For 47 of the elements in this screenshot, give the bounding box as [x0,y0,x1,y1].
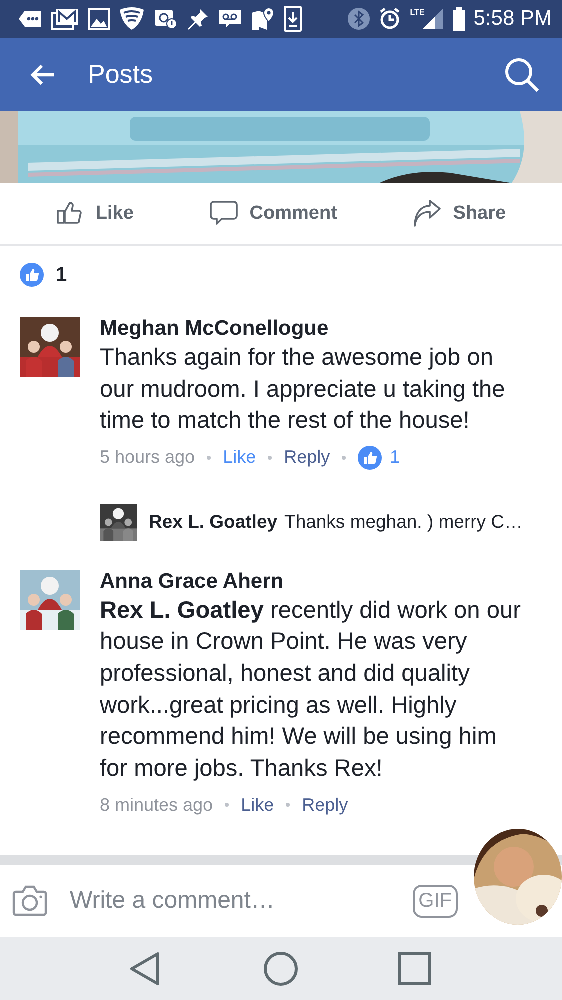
image-icon [88,8,110,30]
shield-icon [119,7,145,31]
reaction-count: 1 [390,447,400,468]
camera-icon [12,885,48,917]
network-label: LTE [410,8,425,17]
share-button[interactable]: Share [399,196,520,232]
notification-icon [154,8,178,30]
page-title: Posts [88,59,154,90]
pin-icon [187,8,209,30]
voicemail-icon [218,9,242,29]
speech-bubble-icon [210,200,240,228]
comment-text: Thanks again for the awesome job on our mudroom. I appreciate u taking the time to match the rest of the house! [100,344,506,436]
reply-author[interactable]: Rex L. Goatley [149,511,278,534]
mail-icon [51,8,79,30]
tag-icon [18,9,42,29]
reply-text: Thanks meghan. ) merry C… [284,511,524,534]
camera-button[interactable] [12,885,48,917]
clock-time: 5:58 PM [474,7,552,31]
reply-link[interactable]: Reply [284,447,330,468]
comment-time: 8 minutes ago [100,794,214,816]
home-icon [263,950,299,986]
back-arrow-icon [30,64,56,86]
reply-link[interactable]: Reply [302,794,348,816]
like-link[interactable]: Like [223,447,256,468]
comment-author[interactable]: Meghan McConellogue [100,317,542,341]
alarm-icon [379,8,402,30]
search-button[interactable] [504,56,540,92]
back-button[interactable] [30,64,56,86]
like-reaction-icon [358,446,382,470]
comment-button[interactable]: Comment [196,196,352,232]
like-link[interactable]: Like [241,794,274,816]
comment-text: Rex L. Goatley recently did work on our house in Crown Point. He was very professional, honest and did quality work...great pricing as well. Highly recommend him! We will be using him for more jobs. Thanks Rex! [100,596,522,784]
comment-author[interactable]: Anna Grace Ahern [100,570,542,594]
home-button[interactable] [263,950,299,986]
recent-apps-icon [397,950,433,986]
download-icon [284,6,302,32]
battery-icon [452,7,465,31]
comment-time: 5 hours ago [100,447,196,468]
recent-apps-button[interactable] [397,950,433,986]
like-button[interactable]: Like [42,196,148,232]
map-icon [251,7,275,31]
share-arrow-icon [413,200,444,228]
like-reaction-icon [20,263,44,287]
search-icon [504,56,540,92]
comment-input[interactable]: Write a comment… [70,887,391,915]
reaction-count: 1 [56,264,68,286]
bluetooth-icon [348,8,370,30]
